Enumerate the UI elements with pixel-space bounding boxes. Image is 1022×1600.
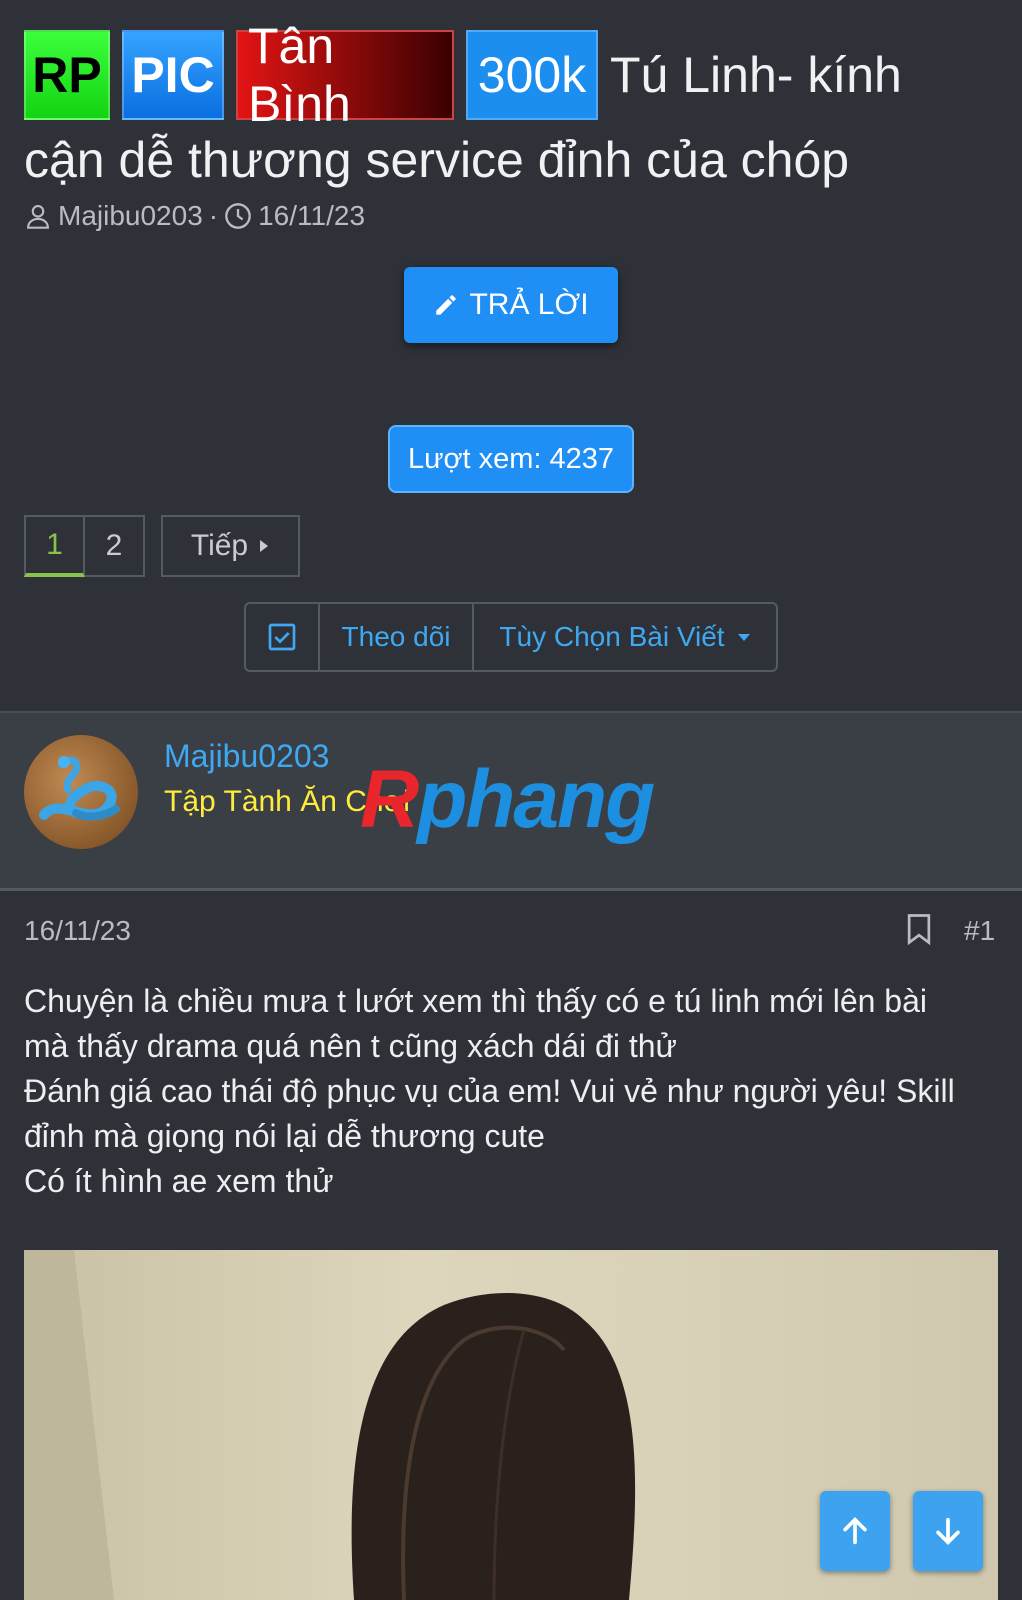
post-line: Đánh giá cao thái độ phục vụ của em! Vui… [24,1073,955,1109]
title-text-line1: Tú Linh- kính [610,47,902,103]
post-body: Chuyện là chiều mưa t lướt xem thì thấy … [24,979,999,1204]
title-text-line2: cận dễ thương service đỉnh của chóp [24,132,850,188]
thread-title: RP PIC Tân Bình 300k Tú Linh- kính cận d… [24,18,984,200]
caret-down-icon [737,634,750,641]
thread-meta: Majibu0203 · 16/11/23 [24,200,365,232]
post-options-label: Tùy Chọn Bài Viết [499,621,725,652]
arrow-up-icon [843,1517,867,1545]
meta-separator: · [208,200,219,231]
prefix-pic[interactable]: PIC [122,30,224,120]
post-line: đỉnh mà giọng nói lại dễ thương cute [24,1118,545,1154]
next-page-button[interactable]: Tiếp [161,515,300,577]
thread-header: RP PIC Tân Bình 300k Tú Linh- kính cận d… [0,0,1022,711]
select-thread-checkbox[interactable] [246,604,320,670]
page-2-link[interactable]: 2 [85,515,145,577]
clock-icon [225,203,251,229]
page-1-link[interactable]: 1 [24,515,85,577]
caret-right-icon [260,540,269,552]
prefix-rp[interactable]: RP [24,30,110,120]
post-username[interactable]: Majibu0203 [164,738,329,775]
site-watermark: R phang [360,753,655,847]
thread-author[interactable]: Majibu0203 [58,200,203,232]
post-line: Có ít hình ae xem thử [24,1163,334,1199]
prefix-price[interactable]: 300k [466,30,598,120]
arrow-down-icon [936,1517,960,1545]
pencil-icon [436,295,457,315]
watermark-r: R [360,754,419,845]
bookmark-icon[interactable] [906,913,932,945]
post-line: Chuyện là chiều mưa t lướt xem thì thấy … [24,983,927,1019]
checkbox-icon [268,623,296,651]
watermark-phang: phang [417,754,655,845]
avatar[interactable] [24,735,138,849]
prefix-area[interactable]: Tân Bình [236,18,454,132]
reply-button[interactable]: TRẢ LỜI [404,267,618,343]
snake-avatar-image [39,756,120,821]
follow-button[interactable]: Theo dõi [320,604,474,670]
post-date[interactable]: 16/11/23 [24,915,131,947]
post-line: mà thấy drama quá nên t cũng xách dái đi… [24,1028,677,1064]
thread-date[interactable]: 16/11/23 [258,200,365,232]
thread-options-bar: Theo dõi Tùy Chọn Bài Viết [244,602,778,672]
user-icon [27,205,49,229]
pagination: 1 2 Tiếp [24,515,300,577]
post-options-dropdown[interactable]: Tùy Chọn Bài Viết [474,604,776,670]
scroll-to-top-button[interactable] [820,1491,890,1571]
scroll-to-bottom-button[interactable] [913,1491,983,1571]
view-count-badge: Lượt xem: 4237 [388,425,634,493]
post-user-bar: Majibu0203 Tập Tành Ăn Chơi R phang [0,713,1022,888]
reply-label: TRẢ LỜI [469,288,589,321]
next-page-label: Tiếp [190,529,249,562]
post-number[interactable]: #1 [964,915,995,947]
